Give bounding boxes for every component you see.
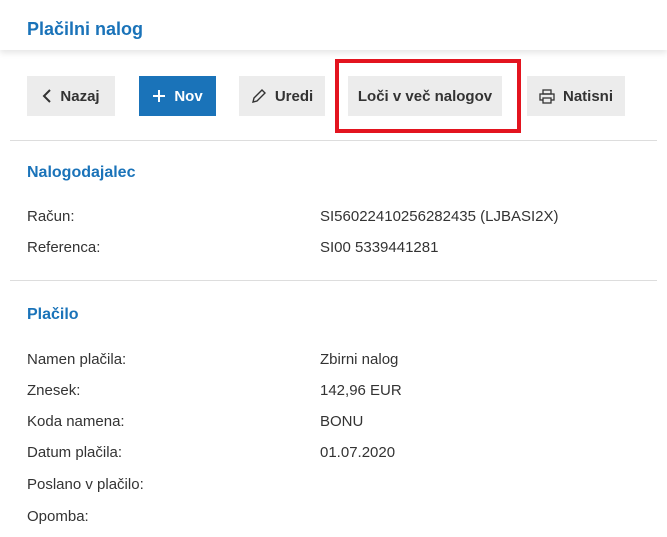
- field-value: 142,96 EUR: [320, 382, 402, 399]
- field-label: Račun:: [27, 208, 75, 225]
- field-label: Koda namena:: [27, 413, 125, 430]
- field-value: 01.07.2020: [320, 444, 396, 461]
- field-value: SI00 5339441281: [320, 239, 439, 256]
- edit-button-label: Uredi: [274, 87, 314, 105]
- field-value: Zbirni nalog: [320, 351, 399, 368]
- section-title-payer: Nalogodajalec: [27, 164, 136, 181]
- field-label: Znesek:: [27, 382, 81, 399]
- new-button-label: Nov: [174, 87, 203, 105]
- chevron-left-icon: [42, 89, 52, 103]
- plus-icon: [152, 89, 166, 103]
- section-title-payment: Plačilo: [27, 306, 79, 323]
- divider: [10, 280, 657, 281]
- print-button[interactable]: Natisni: [527, 76, 625, 116]
- divider: [10, 140, 657, 141]
- field-label: Namen plačila:: [27, 351, 127, 368]
- page-header: Plačilni nalog: [0, 0, 667, 50]
- field-label: Datum plačila:: [27, 444, 123, 461]
- highlight-frame: [335, 59, 521, 133]
- field-label: Poslano v plačilo:: [27, 476, 144, 493]
- back-button-label: Nazaj: [60, 87, 100, 105]
- field-value: SI56022410256282435 (LJBASI2X): [320, 208, 559, 225]
- pencil-icon: [251, 88, 267, 104]
- new-button[interactable]: Nov: [139, 76, 216, 116]
- page-title: Plačilni nalog: [27, 19, 144, 39]
- printer-icon: [539, 88, 555, 104]
- print-button-label: Natisni: [562, 87, 613, 105]
- field-value: BONU: [320, 413, 364, 430]
- back-button[interactable]: Nazaj: [27, 76, 115, 116]
- field-label: Opomba:: [27, 508, 89, 525]
- edit-button[interactable]: Uredi: [239, 76, 325, 116]
- field-label: Referenca:: [27, 239, 101, 256]
